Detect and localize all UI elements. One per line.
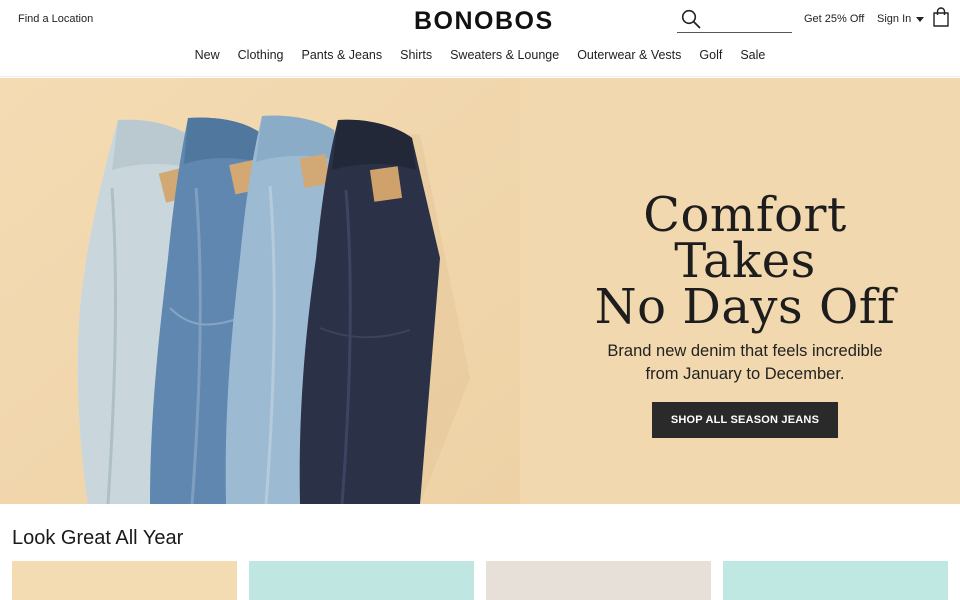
nav-item-outerwear-vests[interactable]: Outerwear & Vests: [577, 48, 681, 62]
promo-link[interactable]: Get 25% Off: [804, 13, 864, 25]
brand-logo[interactable]: BONOBOS: [414, 7, 554, 36]
nav-item-sale[interactable]: Sale: [740, 48, 765, 62]
hero-banner[interactable]: Comfort Takes No Days Off Brand new deni…: [0, 78, 960, 504]
nav-item-new[interactable]: New: [195, 48, 220, 62]
product-tiles: [12, 561, 948, 600]
nav-item-shirts[interactable]: Shirts: [400, 48, 432, 62]
chevron-down-icon: [916, 17, 925, 22]
hero-title: Comfort Takes No Days Off: [580, 187, 910, 335]
nav-item-pants-jeans[interactable]: Pants & Jeans: [302, 48, 383, 62]
product-tile[interactable]: [12, 561, 237, 600]
search-icon[interactable]: [681, 9, 701, 29]
hero-jeans-image: [0, 78, 520, 504]
product-tile[interactable]: [249, 561, 474, 600]
sign-in-menu[interactable]: Sign In: [877, 13, 925, 25]
hero-title-line-1: Comfort Takes: [643, 187, 847, 289]
section-title: Look Great All Year: [12, 527, 184, 549]
nav-item-golf[interactable]: Golf: [699, 48, 722, 62]
product-tile[interactable]: [723, 561, 948, 600]
product-tile[interactable]: [486, 561, 711, 600]
search-box: [677, 7, 792, 33]
hero-subtitle: Brand new denim that feels incredible fr…: [607, 342, 883, 383]
hero-title-line-2: No Days Off: [594, 279, 896, 335]
find-location-link[interactable]: Find a Location: [18, 13, 93, 25]
hero-copy: Comfort Takes No Days Off Brand new deni…: [580, 187, 910, 438]
utility-bar: Find a Location BONOBOS Get 25% Off Sign…: [0, 0, 960, 40]
search-input[interactable]: [705, 9, 790, 29]
main-navigation: New Clothing Pants & Jeans Shirts Sweate…: [0, 40, 960, 77]
shop-all-season-jeans-button[interactable]: SHOP ALL SEASON JEANS: [651, 402, 839, 438]
sign-in-label: Sign In: [877, 13, 912, 25]
nav-item-clothing[interactable]: Clothing: [238, 48, 284, 62]
shopping-bag-icon[interactable]: [932, 7, 950, 27]
nav-item-sweaters-lounge[interactable]: Sweaters & Lounge: [450, 48, 559, 62]
